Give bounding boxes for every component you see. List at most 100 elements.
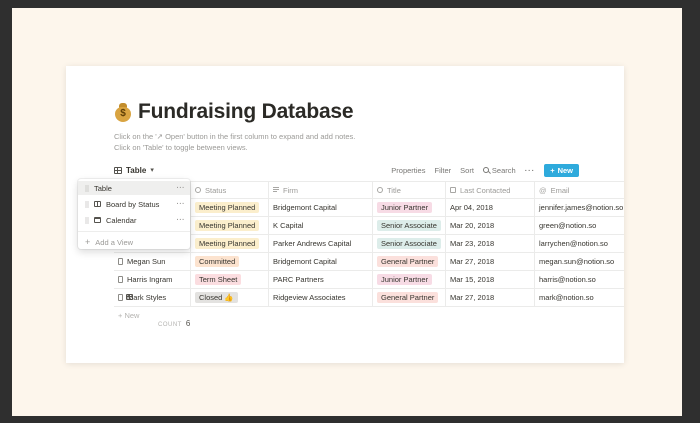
view-item-label: Table [94,183,112,193]
money-bag-icon[interactable]: $ [114,102,132,122]
column-header-last-contacted[interactable]: Last Contacted [446,182,535,198]
column-header-label: Email [550,185,570,195]
view-switcher-label: Table [126,165,147,175]
status-tag: Meeting Planned [195,220,260,231]
title-tag: General Partner [377,292,439,303]
add-row-button[interactable]: + New [114,306,624,323]
status-cell[interactable]: Meeting Planned [191,217,269,234]
title-tag: Junior Partner [377,202,433,213]
firm-cell[interactable]: K Capital [269,217,373,234]
status-tag: Term Sheet [195,274,242,285]
firm-cell[interactable]: Bridgemont Capital [269,253,373,270]
new-button-label: New [557,165,573,175]
email-cell[interactable]: jennifer.james@notion.so [535,199,624,216]
table-row[interactable]: Mark Styles Closed 👍 Ridgeview Associate… [114,288,624,306]
date-cell[interactable]: Mar 20, 2018 [446,217,535,234]
date-cell[interactable]: Mar 27, 2018 [446,289,535,306]
board-icon [94,201,101,207]
calendar-icon [94,217,101,223]
count-label: COUNT [158,322,182,328]
count-value: 6 [185,319,191,328]
email-cell[interactable]: harris@notion.so [535,271,624,288]
add-view-button[interactable]: + Add a View [78,231,190,249]
name-cell[interactable]: Harris Ingram [114,271,191,288]
column-header-status[interactable]: Status [191,182,269,198]
view-item-table[interactable]: Table ··· [78,181,190,300]
status-tag: Meeting Planned [195,202,260,213]
drag-handle-icon[interactable] [85,184,89,192]
new-button[interactable]: + New [544,163,579,177]
title-cell[interactable]: Junior Partner [373,199,446,216]
column-header-firm[interactable]: Firm [269,182,373,198]
email-cell[interactable]: mark@notion.so [535,289,624,306]
text-property-icon [273,187,279,193]
select-property-icon [377,187,383,193]
column-header-email[interactable]: @ Email [535,182,624,198]
title-tag: Senior Associate [377,238,441,249]
search-icon [482,167,489,173]
column-header-label: Firm [283,185,298,195]
view-item-label: Calendar [106,215,137,225]
email-cell[interactable]: green@notion.so [535,217,624,234]
search-label: Search [491,165,516,175]
table-header: Status Firm Title Last Contacted @ Email [114,181,624,198]
date-cell[interactable]: Mar 27, 2018 [446,253,535,270]
firm-cell[interactable]: Ridgeview Associates [269,289,373,306]
date-cell[interactable]: Mar 23, 2018 [446,235,535,252]
count-summary[interactable]: COUNT 6 [158,319,190,328]
date-cell[interactable]: Apr 04, 2018 [446,199,535,216]
drag-handle-icon[interactable] [85,216,89,224]
filter-button[interactable]: Filter [434,166,451,175]
more-options-icon[interactable]: ··· [525,166,536,175]
search-button[interactable]: Search [482,165,516,175]
page-icon [118,294,123,301]
sort-button[interactable]: Sort [460,166,474,175]
chevron-down-icon: ▾ [150,167,154,174]
firm-cell[interactable]: Parker Andrews Capital [269,235,373,252]
view-switcher[interactable]: Table ▾ [114,166,154,175]
email-cell[interactable]: megan.sun@notion.so [535,253,624,270]
column-header-title[interactable]: Title [373,182,446,198]
title-cell[interactable]: Senior Associate [373,217,446,234]
name-cell[interactable]: Megan Sun [114,253,191,270]
status-cell[interactable]: Term Sheet [191,271,269,288]
email-cell[interactable]: larrychen@notion.so [535,235,624,252]
title-cell[interactable]: Junior Partner [373,271,446,288]
title-cell[interactable]: General Partner [373,253,446,270]
status-tag: Closed 👍 [195,292,238,303]
properties-button[interactable]: Properties [391,166,425,175]
page-header: $ Fundraising Database [114,100,354,124]
table-row[interactable]: Meeting Planned Parker Andrews Capital S… [114,234,624,252]
view-item-label: Board by Status [106,199,160,209]
table-icon [114,166,122,174]
column-header-label: Last Contacted [460,185,511,195]
title-cell[interactable]: Senior Associate [373,235,446,252]
description-line: Click on the '↗ Open' button in the firs… [114,132,356,141]
view-item-calendar[interactable]: Calendar ··· [78,213,190,227]
more-options-icon[interactable]: ··· [177,217,186,224]
plus-icon: + [550,165,555,175]
status-cell[interactable]: Meeting Planned [191,199,269,216]
status-cell[interactable]: Closed 👍 [191,289,269,306]
table-row[interactable]: Meeting Planned K Capital Senior Associa… [114,216,624,234]
title-tag: General Partner [377,256,439,267]
table-row[interactable]: Meeting Planned Bridgemont Capital Junio… [114,198,624,216]
add-view-label: Add a View [95,237,134,247]
firm-cell[interactable]: PARC Partners [269,271,373,288]
drag-handle-icon[interactable] [85,200,89,208]
view-item-board[interactable]: Board by Status ··· [78,197,190,211]
table-row[interactable]: Megan Sun Committed Bridgemont Capital G… [114,252,624,270]
page-title: Fundraising Database [138,100,354,123]
description-line: Click on 'Table' to toggle between views… [114,143,248,152]
page-description: Click on the '↗ Open' button in the firs… [114,131,355,153]
table-row[interactable]: Harris Ingram Term Sheet PARC Partners J… [114,270,624,288]
firm-cell[interactable]: Bridgemont Capital [269,199,373,216]
more-options-icon[interactable]: ··· [177,201,186,208]
status-cell[interactable]: Committed [191,253,269,270]
date-cell[interactable]: Mar 15, 2018 [446,271,535,288]
title-cell[interactable]: General Partner [373,289,446,306]
more-options-icon[interactable]: ··· [177,185,186,192]
status-cell[interactable]: Meeting Planned [191,235,269,252]
column-header-label: Title [387,185,401,195]
status-tag: Meeting Planned [195,238,260,249]
